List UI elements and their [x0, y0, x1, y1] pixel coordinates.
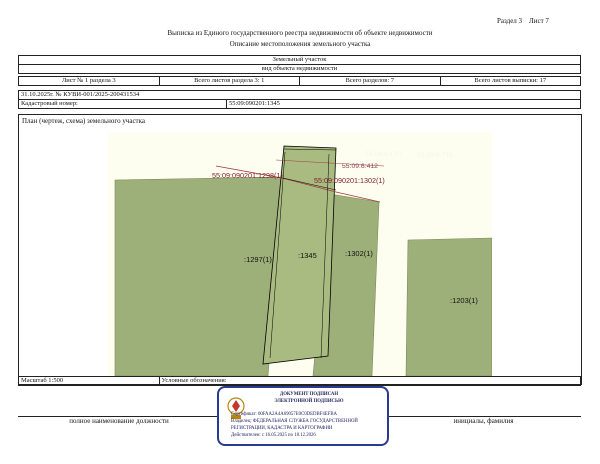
plan-drawing: 55:09:090201:1298(1) 55:09:090201:1302(1… [108, 132, 492, 376]
section-label: Раздел 3 [497, 17, 523, 25]
label-1298: 55:09:090201:1298(1) [212, 171, 283, 180]
object-kind-caption: вид объекта недвижимости [18, 64, 581, 74]
legend-table: Масштаб 1:500 Условные обозначения: [18, 376, 581, 386]
label-6-412: 55:09:6:412 [342, 163, 378, 170]
stamp-valid: Действителен: с 16.05.2025 по 18.12.2026 [231, 433, 316, 438]
stamp-line1: ДОКУМЕНТ ПОДПИСАН [279, 392, 339, 397]
label-1302-top: 55:09:090201:1302(1) [314, 176, 385, 185]
object-type: Земельный участок [18, 55, 581, 65]
parcel-1297 [114, 176, 284, 376]
sheets-in-section: Всего листов раздела 3: 1 [158, 76, 300, 86]
name-caption: инициалы, фамилия [453, 417, 514, 425]
stamp-cert: Сертификат: 00FAA2A4A69057E0C0DEDBF4EFBA [231, 412, 338, 417]
sections-total: Всего разделов: 7 [299, 76, 441, 86]
label-1297: :1297(1) [244, 255, 272, 264]
object-type-table: Земельный участок вид объекта недвижимос… [18, 55, 581, 74]
record-table: 31.10.2025г. № КУВИ-001/2025-200431534 К… [18, 90, 582, 109]
stamp-line2: ЭЛЕКТРОННОЙ ПОДПИСЬЮ [274, 399, 344, 404]
sheets-total: Всего листов выписки: 17 [439, 76, 581, 86]
document-subtitle: Описание местоположения земельного участ… [229, 40, 371, 48]
document-title: Выписка из Единого государственного реес… [167, 29, 433, 37]
position-caption: полное наименование должности [69, 417, 169, 425]
scale-label: Масштаб 1:500 [18, 376, 160, 386]
cadastral-label: Кадастровый номер: [18, 99, 227, 109]
sheet-label: Лист 7 [529, 17, 549, 25]
label-1302: :1302(1) [345, 249, 373, 258]
stamp-owner2: РЕГИСТРАЦИИ, КАДАСТРА И КАРТОГРАФИИ [231, 426, 333, 431]
record-date-number: 31.10.2025г. № КУВИ-001/2025-200431534 [18, 90, 581, 100]
legend-label: Условные обозначения: [158, 376, 581, 386]
label-6-715: 55:09:6:715 [417, 152, 453, 159]
sheet-number: Лист № 1 раздела 3 [18, 76, 160, 86]
e-signature-stamp: ДОКУМЕНТ ПОДПИСАН ЭЛЕКТРОННОЙ ПОДПИСЬЮ С… [217, 386, 389, 446]
stamp-owner1: Владелец: ФЕДЕРАЛЬНАЯ СЛУЖБА ГОСУДАРСТВЕ… [231, 419, 358, 424]
parcel-1203 [405, 237, 492, 376]
label-1203: :1203(1) [450, 296, 478, 305]
plan-caption: План (чертеж, схема) земельного участка [22, 117, 146, 125]
plan-svg: 55:09:090201:1298(1) 55:09:090201:1302(1… [114, 145, 492, 376]
label-6-170: 55:09:6:170 [365, 151, 401, 158]
sheet-info-table: Лист № 1 раздела 3 Всего листов раздела … [18, 76, 581, 86]
cadastral-value: 55:09:090201:1345 [225, 99, 582, 109]
label-1345: :1345 [298, 251, 317, 260]
